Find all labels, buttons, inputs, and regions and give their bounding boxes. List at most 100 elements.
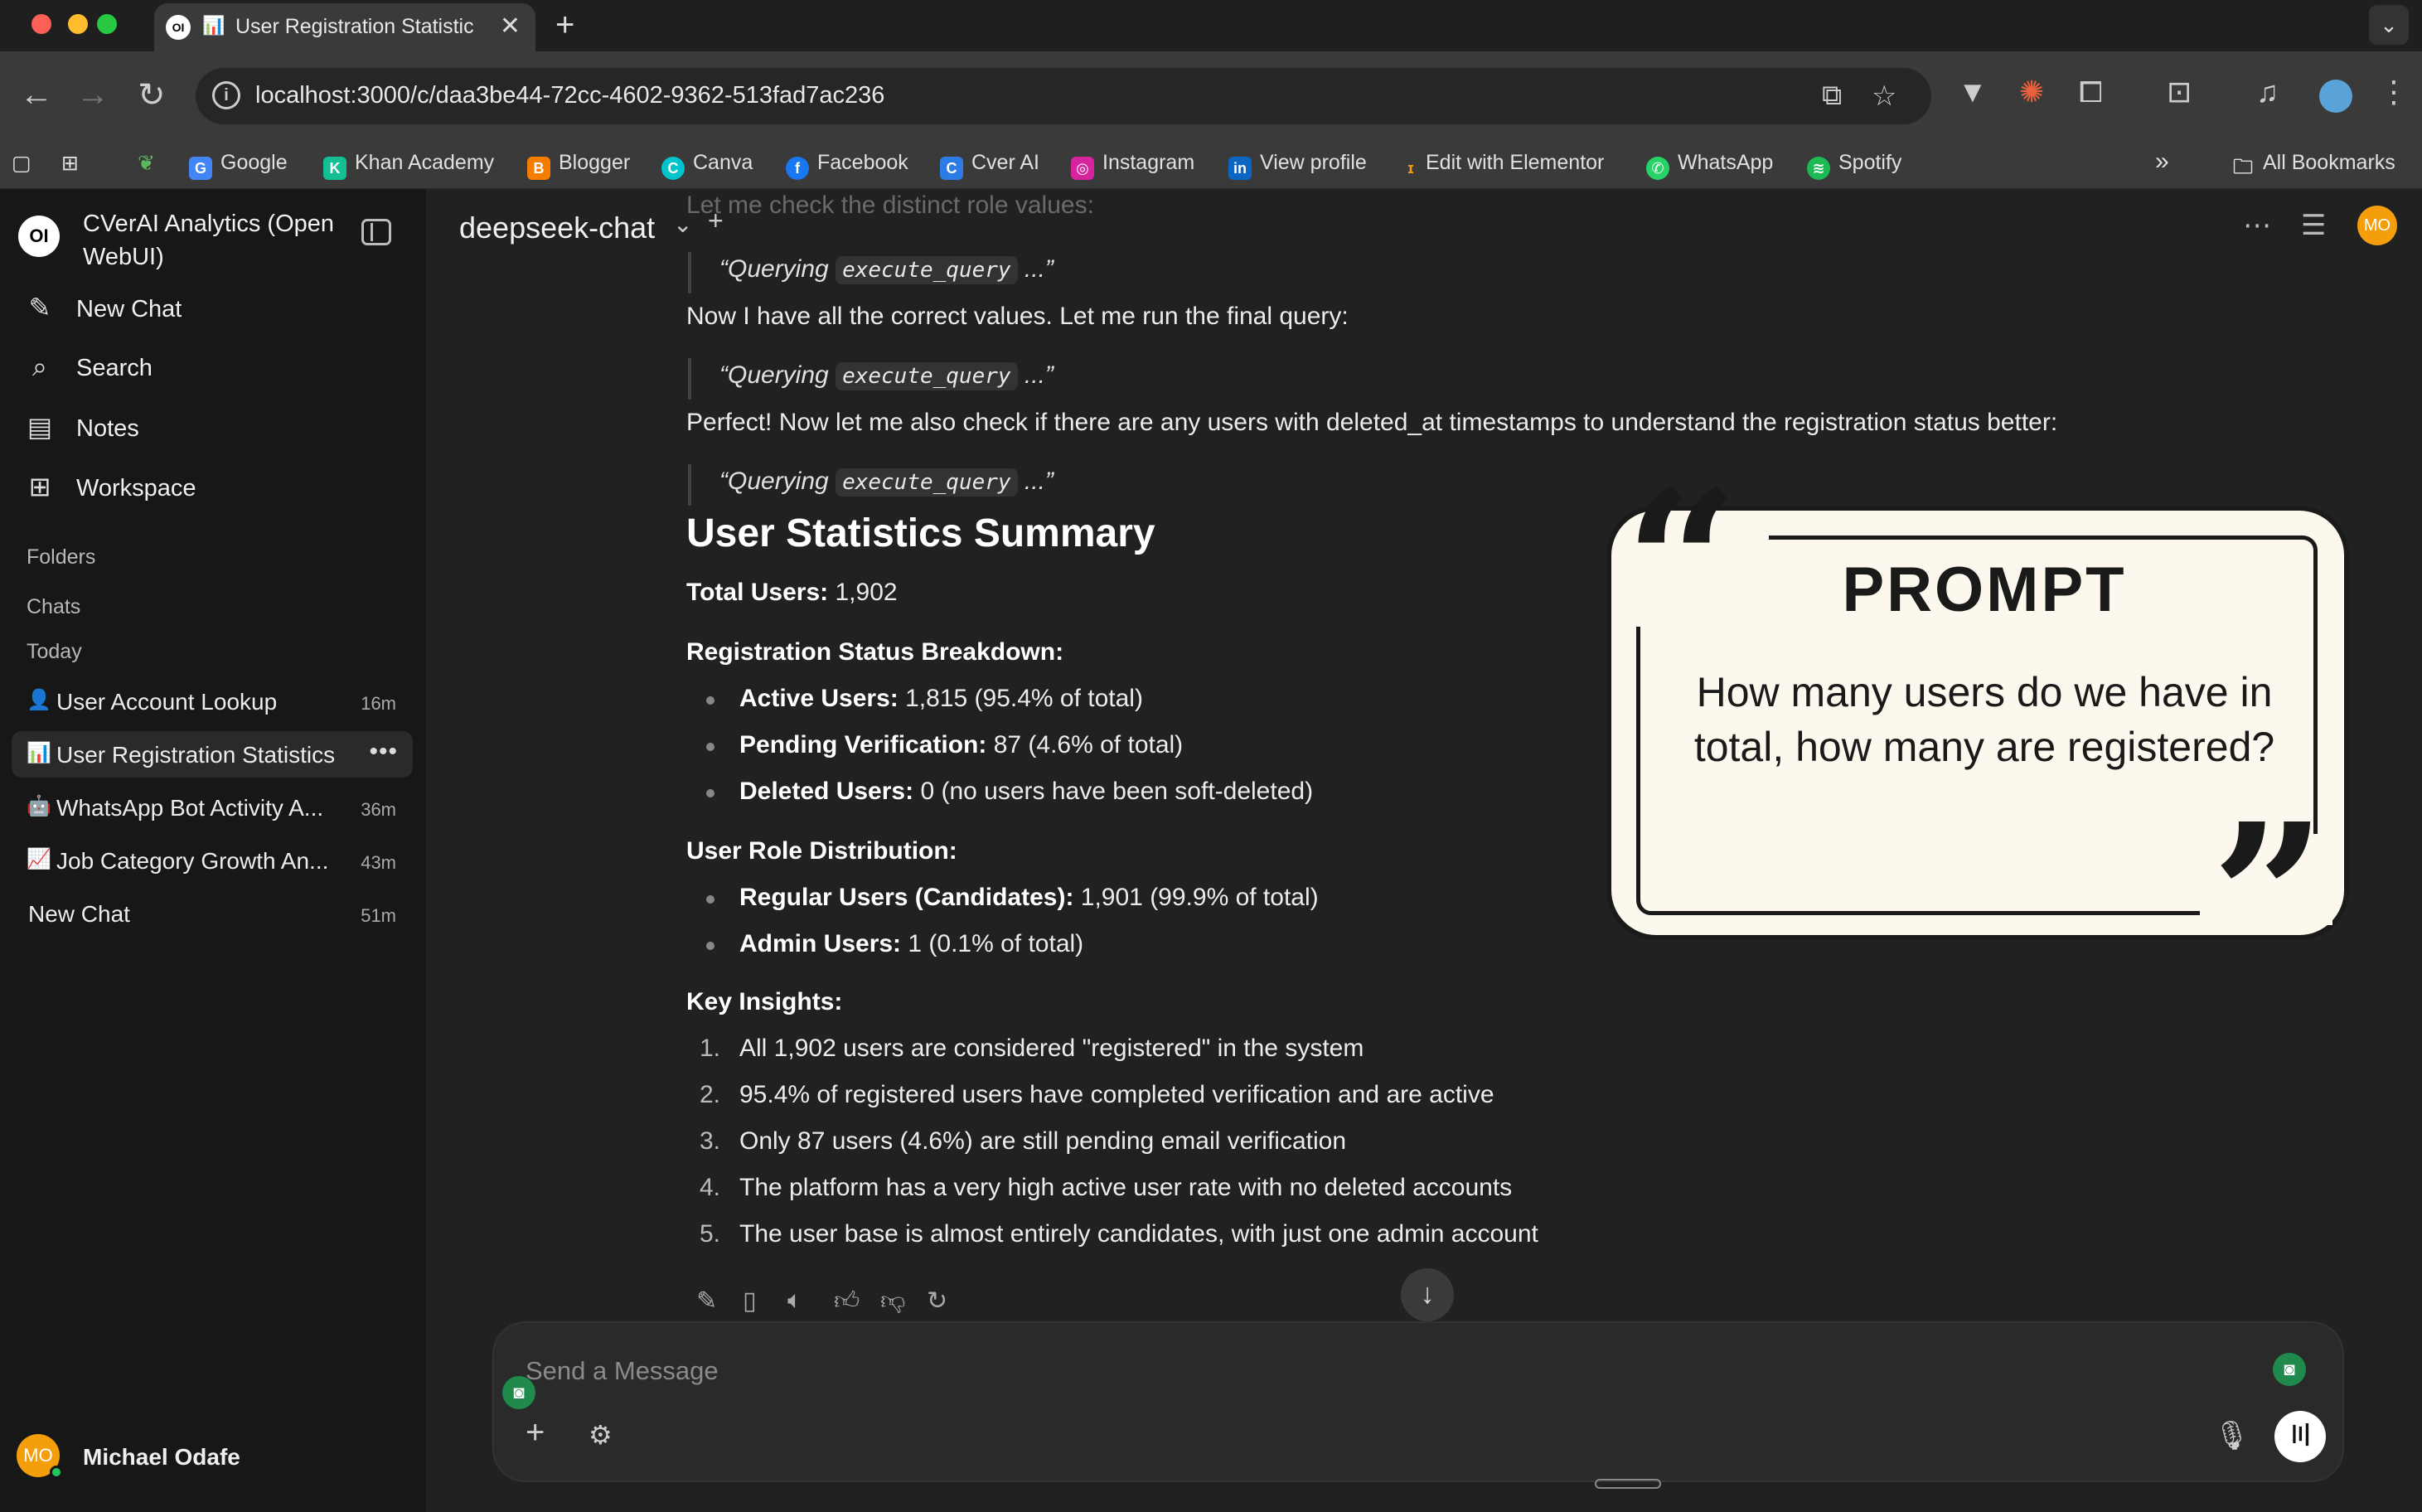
facebook-icon: f [786,157,809,180]
app-logo[interactable]: OI [18,216,60,257]
voice-mode-button[interactable]: 〣 [2274,1411,2326,1462]
sidebar-toggle-icon[interactable]: ▢ [12,151,31,179]
user-name[interactable]: Michael Odafe [83,1444,240,1471]
chat-item-job-category-growth[interactable]: 📈 Job Category Growth An... 43m [12,837,413,884]
tool-call-quote: “Querying execute_query ...” [688,464,1185,506]
add-attachment-icon[interactable]: + [526,1414,545,1451]
app-title: CVerAI Analytics (Open WebUI) [83,211,335,270]
tab-close-icon[interactable]: ✕ [500,12,521,41]
search-icon: ⌕ [32,351,47,381]
bookmark-spotify[interactable]: ≋ Spotify [1807,151,1901,180]
chat-item-whatsapp-bot-activity[interactable]: 🤖 WhatsApp Bot Activity A... 36m [12,784,413,831]
read-aloud-icon[interactable]: 🔈︎ [787,1287,802,1315]
chat-title: Job Category Growth An... [56,848,329,874]
address-bar[interactable]: i localhost:3000/c/daa3be44-72cc-4602-93… [196,68,1931,124]
message-composer[interactable]: Send a Message ◙ ◙ + ⚙ 🎙︎ 〣 [492,1321,2344,1482]
insights-heading: Key Insights: [686,988,843,1015]
chat-item-user-account-lookup[interactable]: 👤 User Account Lookup 16m [12,678,413,724]
bookmark-facebook[interactable]: f Facebook [786,151,908,180]
sidebar-notes[interactable]: ▤ Notes [25,411,139,453]
list-item: Admin Users: 1 (0.1% of total) [739,930,1084,957]
bookmark-cver-ai[interactable]: C Cver AI [940,151,1039,180]
bot-badge-icon[interactable]: ◙ [2273,1353,2306,1386]
thumbs-down-icon[interactable]: 👎︎ [880,1287,905,1316]
bar-chart-icon: 📊 [202,15,225,36]
window-maximize-button[interactable] [97,14,117,34]
copy-icon[interactable]: ▯ [743,1287,757,1316]
bookmark-khan-academy[interactable]: K Khan Academy [323,151,494,180]
more-bookmarks-icon[interactable]: » [2155,148,2169,176]
code-inline: execute_query [836,256,1018,284]
scroll-to-bottom-button[interactable]: ↓ [1401,1268,1454,1321]
tab-favicon: OI [166,15,191,40]
list-item: 95.4% of registered users have completed… [739,1081,1494,1108]
chat-options-icon[interactable]: ••• [369,738,398,766]
extensions-puzzle-icon[interactable]: ⧠ [2079,75,2103,110]
microphone-icon[interactable]: 🎙︎ [2214,1419,2250,1452]
controls-sliders-icon[interactable]: ☰ [2301,209,2326,242]
message-input[interactable]: Send a Message [526,1356,719,1386]
browser-menu-icon[interactable]: ⋮ [2379,75,2409,109]
bookmark-whatsapp[interactable]: ✆ WhatsApp [1646,151,1773,180]
prompt-card-title: PROMPT [1842,555,2127,625]
chat-item-new-chat[interactable]: New Chat 51m [12,890,413,937]
claude-extension-icon[interactable]: ✺ [2019,75,2044,109]
install-app-icon[interactable]: ⧉ [1822,80,1842,112]
new-chat-icon: ✎ [28,293,51,322]
browser-tab-strip: OI 📊 User Registration Statistic ✕ + ⌄ [0,0,2422,51]
whatsapp-icon: ✆ [1646,157,1669,180]
bookmark-canva[interactable]: C Canva [661,151,753,180]
profile-avatar[interactable] [2319,80,2352,113]
list-bullet [706,696,714,705]
message-line: Now I have all the correct values. Let m… [686,303,1349,330]
elementor-icon: ɪ [1407,160,1414,177]
forward-icon[interactable]: → [76,76,109,114]
google-icon: G [189,157,212,180]
bookmark-instagram[interactable]: ◎ Instagram [1071,151,1194,180]
sidebar: OI CVerAI Analytics (Open WebUI) ✎ New Ch… [0,189,426,1512]
sidebar-workspace[interactable]: ⊞ Workspace [25,471,196,512]
extension-icon[interactable]: ▼ [1958,75,1988,109]
window-minimize-button[interactable] [68,14,88,34]
sidebar-search[interactable]: ⌕ Search [25,351,153,393]
list-item: All 1,902 users are considered "register… [739,1035,1364,1062]
screenshot-icon[interactable]: ⊡ [2167,75,2192,109]
model-selector[interactable]: deepseek-chat [459,211,655,245]
regenerate-icon[interactable]: ↻ [927,1287,947,1316]
tab-search-button[interactable]: ⌄ [2369,5,2409,45]
folders-section-label[interactable]: Folders [27,545,95,569]
media-controls-icon[interactable]: ♫ [2256,75,2279,109]
code-inline: execute_query [836,468,1018,497]
bookmark-blogger[interactable]: B Blogger [527,151,630,180]
bookmark-edit-with-elementor[interactable]: ɪ Edit with Elementor [1404,151,1604,179]
new-tab-button[interactable]: + [555,7,574,44]
leaf-icon[interactable]: ❦ [138,151,155,179]
header-user-avatar[interactable]: MO [2357,206,2397,245]
integrations-icon[interactable]: ⚙ [589,1419,613,1451]
resize-handle[interactable] [1595,1479,1661,1489]
prompt-card: “ ” PROMPT How many users do we have in … [1606,464,2349,996]
apps-grid-icon[interactable]: ⊞ [61,151,79,179]
sidebar-new-chat[interactable]: ✎ New Chat [25,292,182,333]
bookmark-star-icon[interactable]: ☆ [1872,80,1896,113]
url-text[interactable]: localhost:3000/c/daa3be44-72cc-4602-9362… [255,82,884,109]
bookmark-google[interactable]: G Google [189,151,288,180]
browser-tab-active[interactable]: OI 📊 User Registration Statistic ✕ [154,3,535,51]
window-close-button[interactable] [31,14,51,34]
edit-icon[interactable]: ✎ [696,1287,717,1316]
thumbs-up-icon[interactable]: 👍︎ [834,1287,860,1316]
chat-item-user-registration-statistics[interactable]: 📊 User Registration Statistics ••• [12,731,413,778]
chats-section-label[interactable]: Chats [27,595,80,619]
bookmark-view-profile[interactable]: in View profile [1228,151,1367,180]
chat-time: 51m [361,905,396,926]
list-item: Deleted Users: 0 (no users have been sof… [739,778,1314,805]
sidebar-collapse-icon[interactable] [361,219,391,245]
all-bookmarks-folder[interactable]: 🗀 All Bookmarks [2231,151,2395,179]
back-icon[interactable]: ← [20,76,53,114]
message-line: Perfect! Now let me also check if there … [686,409,2058,436]
chat-time: 36m [361,799,396,820]
site-info-icon[interactable]: i [212,81,240,109]
reload-icon[interactable]: ↻ [138,76,166,114]
more-options-icon[interactable]: ⋯ [2243,209,2271,242]
list-bullet [706,942,714,950]
